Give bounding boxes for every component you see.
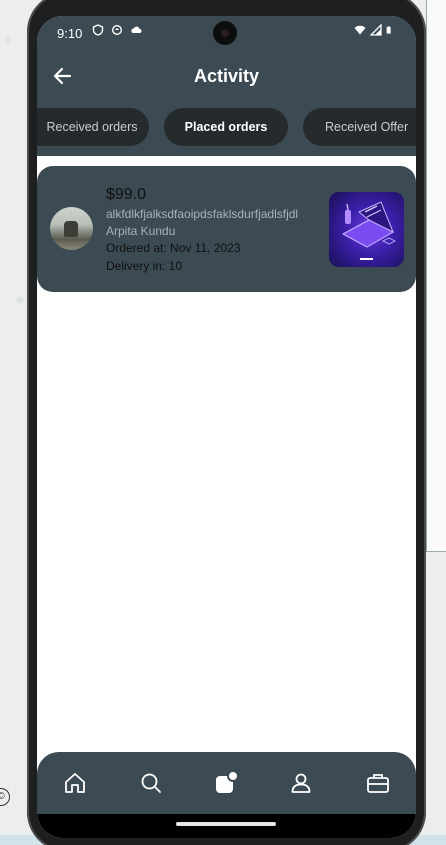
seller-avatar (50, 207, 93, 250)
laptop-illustration (341, 201, 396, 260)
profile-icon (291, 773, 311, 793)
delivery-time: Delivery in: 10 (106, 259, 183, 273)
home-gesture-bar[interactable] (176, 822, 276, 826)
sync-icon (111, 24, 123, 36)
search-icon (141, 773, 161, 793)
wifi-icon (354, 25, 366, 35)
home-icon (65, 773, 85, 793)
activity-icon (216, 770, 239, 793)
tab-placed-orders[interactable]: Placed orders (164, 108, 288, 146)
status-bar: 9:10 (37, 16, 416, 48)
status-time: 9:10 (57, 26, 83, 41)
gesture-area (37, 814, 416, 838)
front-camera (213, 21, 237, 45)
order-date: Ordered at: Nov 11, 2023 (106, 241, 241, 255)
tab-bar: Received orders Placed orders Received O… (37, 108, 416, 146)
top-app-bar: 9:10 Activity Received orders Placed ord… (37, 16, 416, 156)
briefcase-icon (367, 774, 389, 793)
app-screen: 9:10 Activity Received orders Placed ord… (37, 16, 416, 838)
cloud-icon (131, 26, 142, 33)
nav-activity[interactable] (213, 770, 239, 796)
seller-name: Arpita Kundu (106, 224, 176, 238)
gig-thumbnail (329, 192, 404, 267)
nav-profile[interactable] (288, 770, 314, 796)
signal-icon (370, 24, 382, 36)
tab-received-offer[interactable]: Received Offer (303, 108, 416, 146)
background-side-panel (426, 0, 446, 552)
page-title: Activity (193, 66, 260, 86)
order-description: alkfdlkfjalksdfaoipdsfaklsdurfjadlsfjdl (106, 207, 299, 221)
tab-received-orders[interactable]: Received orders (37, 108, 149, 146)
battery-icon (386, 26, 391, 34)
order-card[interactable]: $99.0 alkfdlkfjalksdfaoipdsfaklsdurfjadl… (37, 166, 416, 292)
nav-search[interactable] (138, 770, 164, 796)
order-price: $99.0 (106, 186, 147, 203)
nav-home[interactable] (62, 770, 88, 796)
bottom-navigation (37, 752, 416, 814)
shield-icon (92, 24, 104, 36)
nav-briefcase[interactable] (365, 770, 391, 796)
